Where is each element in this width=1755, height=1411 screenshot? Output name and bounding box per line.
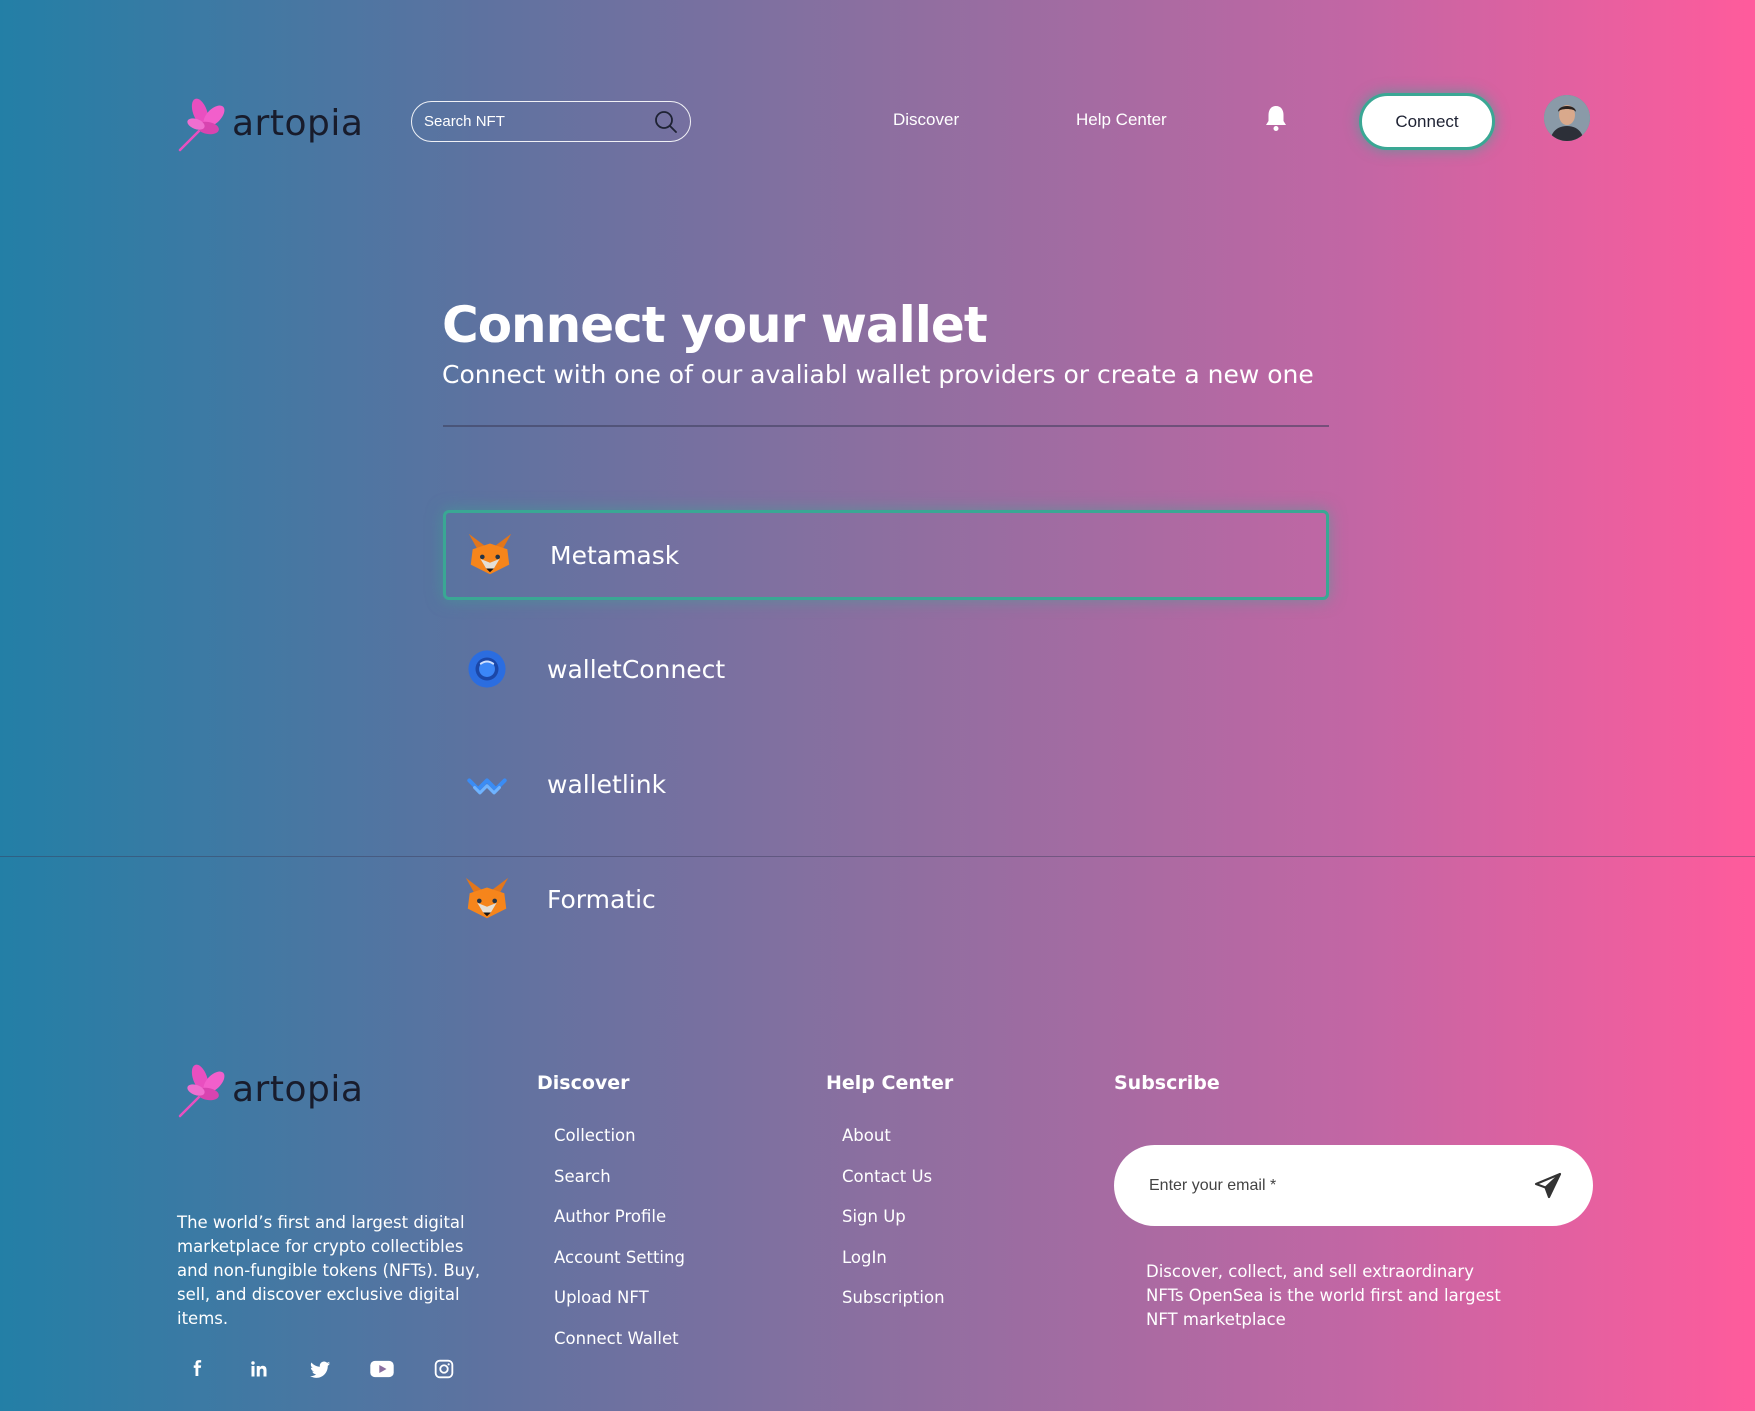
footer-subscribe-title: Subscribe — [1114, 1072, 1220, 1094]
footer-link-login[interactable]: LogIn — [842, 1248, 887, 1267]
flower-logo-icon — [178, 98, 225, 152]
footer-help-title: Help Center — [826, 1072, 954, 1094]
connect-button[interactable]: Connect — [1359, 93, 1495, 150]
page-title: Connect your wallet — [442, 296, 988, 354]
nav-help-center[interactable]: Help Center — [1076, 110, 1167, 130]
header-logo[interactable]: artopia — [176, 92, 363, 154]
footer-logo[interactable]: artopia — [176, 1058, 363, 1120]
subscribe-description: Discover, collect, and sell extraordinar… — [1146, 1262, 1501, 1329]
wallet-option-walletlink[interactable]: walletlink — [443, 739, 1329, 829]
footer-link-connect-wallet[interactable]: Connect Wallet — [554, 1329, 679, 1348]
footer-link-about[interactable]: About — [842, 1126, 891, 1145]
bell-icon[interactable] — [1264, 104, 1288, 132]
footer-link-upload-nft[interactable]: Upload NFT — [554, 1288, 649, 1307]
subscribe-form[interactable] — [1114, 1145, 1593, 1226]
footer-link-author-profile[interactable]: Author Profile — [554, 1207, 666, 1226]
nav-discover[interactable]: Discover — [893, 110, 959, 130]
twitter-icon[interactable] — [308, 1357, 332, 1381]
brand-name: artopia — [232, 1068, 364, 1110]
metamask-fox-icon — [464, 529, 516, 581]
flower-logo-icon — [178, 1064, 225, 1118]
footer-description: The world’s first and largest digital ma… — [177, 1213, 481, 1328]
wallet-label: Metamask — [550, 540, 680, 570]
youtube-icon[interactable] — [369, 1357, 395, 1381]
linkedin-icon[interactable] — [247, 1357, 271, 1381]
footer-link-subscription[interactable]: Subscription — [842, 1288, 945, 1307]
footer-link-sign-up[interactable]: Sign Up — [842, 1207, 906, 1226]
user-photo-icon — [1544, 95, 1590, 141]
instagram-icon[interactable] — [432, 1357, 456, 1381]
search-bar[interactable] — [411, 101, 691, 142]
brand-name: artopia — [232, 102, 364, 144]
walletlink-icon — [461, 758, 513, 810]
wallet-option-metamask[interactable]: Metamask — [443, 510, 1329, 600]
search-icon[interactable] — [654, 110, 678, 134]
wallet-label: Formatic — [547, 884, 656, 914]
wallet-option-walletconnect[interactable]: walletConnect — [443, 624, 1329, 714]
footer-link-collection[interactable]: Collection — [554, 1126, 636, 1145]
metamask-fox-icon — [461, 873, 513, 925]
search-input[interactable] — [424, 113, 654, 130]
walletconnect-icon — [461, 643, 513, 695]
wallet-label: walletlink — [547, 769, 667, 799]
footer-link-contact-us[interactable]: Contact Us — [842, 1167, 932, 1186]
footer-discover-title: Discover — [537, 1072, 630, 1094]
footer-link-search[interactable]: Search — [554, 1167, 611, 1186]
divider — [443, 425, 1329, 427]
wallet-option-formatic[interactable]: Formatic — [443, 854, 1329, 944]
send-icon[interactable] — [1533, 1171, 1563, 1201]
wallet-label: walletConnect — [547, 654, 726, 684]
footer-link-account-setting[interactable]: Account Setting — [554, 1248, 685, 1267]
facebook-icon[interactable] — [185, 1357, 209, 1381]
email-input[interactable] — [1149, 1176, 1533, 1195]
page-subtitle: Connect with one of our avaliabl wallet … — [442, 360, 1314, 389]
avatar[interactable] — [1544, 95, 1590, 141]
